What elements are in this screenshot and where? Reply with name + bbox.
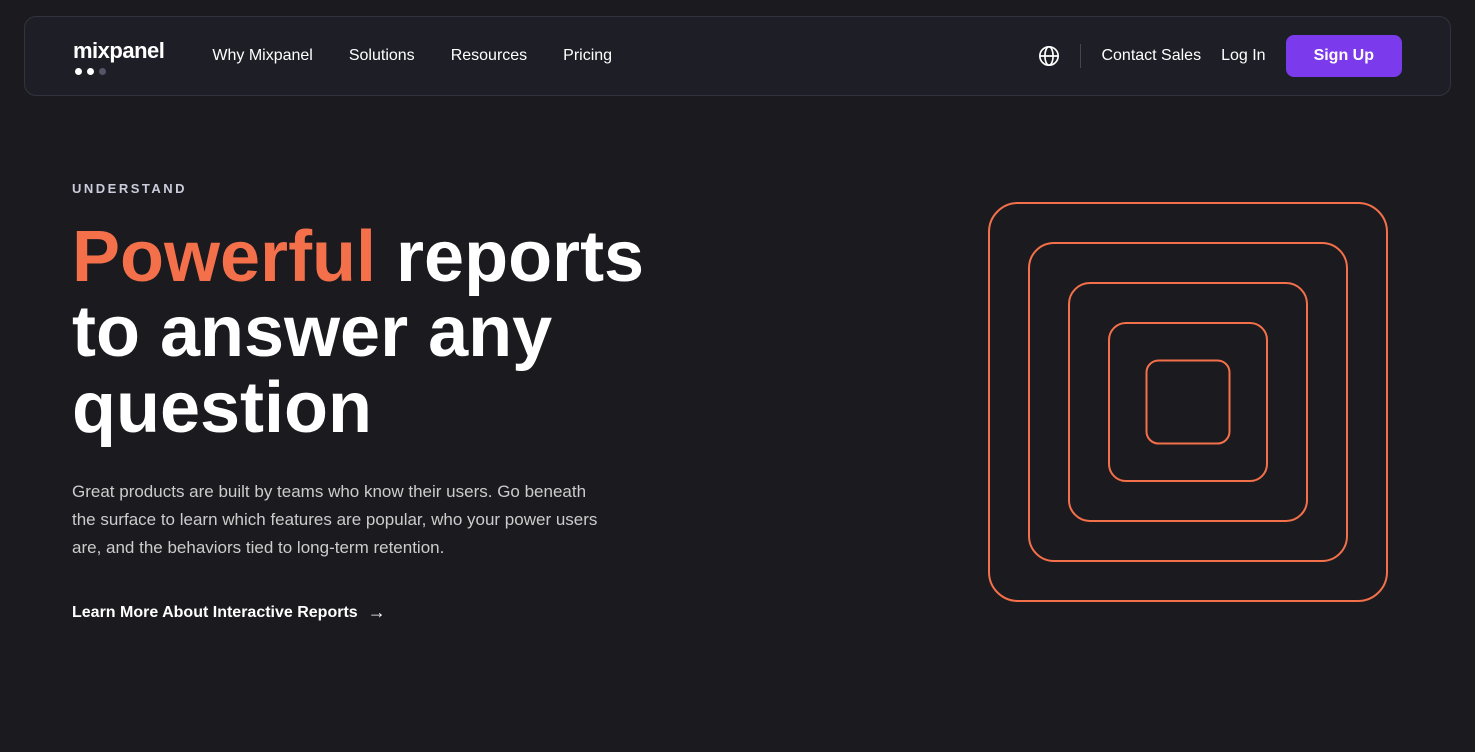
hero-headline-accent: Powerful bbox=[72, 217, 376, 297]
nav-divider bbox=[1080, 44, 1081, 68]
nav-link-solutions[interactable]: Solutions bbox=[349, 47, 415, 64]
nav-item-solutions[interactable]: Solutions bbox=[349, 47, 415, 65]
sign-up-button[interactable]: Sign Up bbox=[1286, 35, 1402, 77]
hero-content: UNDERSTAND Powerful reports to answer an… bbox=[72, 181, 692, 624]
nav-item-pricing[interactable]: Pricing bbox=[563, 47, 612, 65]
nav-item-why-mixpanel[interactable]: Why Mixpanel bbox=[212, 47, 312, 65]
hero-graphic bbox=[973, 187, 1403, 617]
nav-links: Why Mixpanel Solutions Resources Pricing bbox=[212, 47, 612, 65]
globe-icon[interactable] bbox=[1038, 45, 1060, 67]
hero-cta-text: Learn More About Interactive Reports bbox=[72, 604, 358, 622]
hero-cta-arrow: → bbox=[368, 602, 386, 623]
log-in-link[interactable]: Log In bbox=[1221, 47, 1265, 65]
contact-sales-link[interactable]: Contact Sales bbox=[1101, 47, 1201, 65]
nav-link-resources[interactable]: Resources bbox=[451, 47, 527, 64]
nested-squares bbox=[988, 202, 1388, 602]
hero-section: UNDERSTAND Powerful reports to answer an… bbox=[0, 112, 1475, 692]
logo-dot-3 bbox=[99, 68, 106, 75]
logo-text: mixpanel bbox=[73, 38, 164, 64]
navbar: mixpanel Why Mixpanel Solutions Resource… bbox=[24, 16, 1451, 96]
nav-link-why-mixpanel[interactable]: Why Mixpanel bbox=[212, 47, 312, 64]
nav-left: mixpanel Why Mixpanel Solutions Resource… bbox=[73, 38, 612, 75]
nav-right: Contact Sales Log In Sign Up bbox=[1038, 35, 1402, 77]
logo-dot-1 bbox=[75, 68, 82, 75]
logo[interactable]: mixpanel bbox=[73, 38, 164, 75]
hero-headline: Powerful reports to answer any question bbox=[72, 220, 692, 447]
nav-item-resources[interactable]: Resources bbox=[451, 47, 527, 65]
nav-link-pricing[interactable]: Pricing bbox=[563, 47, 612, 64]
hero-body: Great products are built by teams who kn… bbox=[72, 478, 612, 562]
logo-dot-2 bbox=[87, 68, 94, 75]
logo-dots bbox=[73, 68, 164, 75]
hero-cta-link[interactable]: Learn More About Interactive Reports → bbox=[72, 602, 386, 623]
hero-eyebrow: UNDERSTAND bbox=[72, 181, 692, 196]
square-5 bbox=[1146, 360, 1231, 445]
